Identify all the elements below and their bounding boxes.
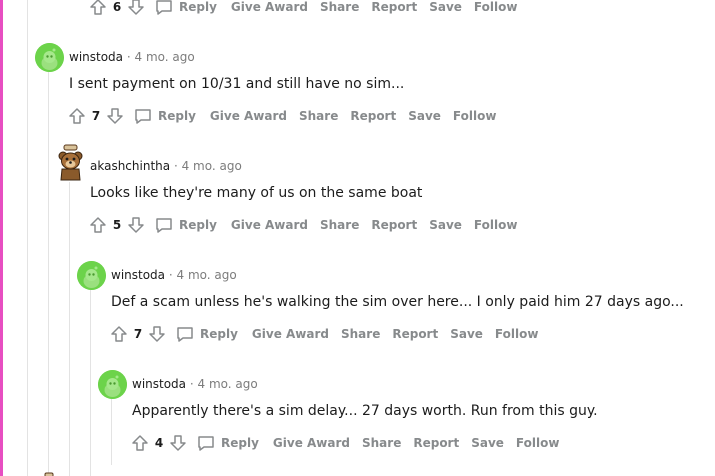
follow-button[interactable]: Follow: [474, 218, 518, 232]
avatar[interactable]: [98, 370, 127, 399]
save-button[interactable]: Save: [429, 218, 462, 232]
follow-button[interactable]: Follow: [516, 436, 560, 450]
give-award-button[interactable]: Give Award: [210, 109, 287, 123]
comment-body: Apparently there's a sim delay... 27 day…: [132, 403, 598, 419]
vote-score: 7: [133, 327, 143, 341]
username-link[interactable]: winstoda: [111, 268, 165, 282]
reply-button[interactable]: Reply: [158, 109, 196, 123]
reply-icon[interactable]: [175, 324, 195, 344]
report-button[interactable]: Report: [371, 218, 417, 232]
reply-button[interactable]: Reply: [200, 327, 238, 341]
downvote-icon[interactable]: [105, 106, 125, 126]
vote-score: 7: [91, 109, 101, 123]
vote-score: 6: [112, 0, 122, 14]
upvote-icon[interactable]: [67, 106, 87, 126]
upvote-icon[interactable]: [109, 324, 129, 344]
reply-button[interactable]: Reply: [221, 436, 259, 450]
comment-meta: winstoda · 4 mo. ago: [69, 50, 195, 64]
meta-separator: ·: [189, 377, 194, 391]
avatar[interactable]: [56, 143, 85, 181]
avatar[interactable]: [77, 261, 106, 290]
share-button[interactable]: Share: [362, 436, 401, 450]
follow-button[interactable]: Follow: [474, 0, 518, 14]
comment-timestamp[interactable]: 4 mo. ago: [177, 268, 237, 282]
meta-separator: ·: [168, 268, 173, 282]
give-award-button[interactable]: Give Award: [231, 218, 308, 232]
give-award-button[interactable]: Give Award: [252, 327, 329, 341]
thread-line[interactable]: [90, 290, 91, 476]
follow-button[interactable]: Follow: [495, 327, 539, 341]
comment-meta: winstoda · 4 mo. ago: [132, 377, 258, 391]
save-button[interactable]: Save: [450, 327, 483, 341]
thread-line[interactable]: [69, 182, 70, 476]
thread-line[interactable]: [27, 0, 28, 476]
username-link[interactable]: winstoda: [132, 377, 186, 391]
vote-score: 5: [112, 218, 122, 232]
thread-line[interactable]: [48, 72, 49, 476]
downvote-icon[interactable]: [126, 0, 146, 17]
comment-body: I sent payment on 10/31 and still have n…: [69, 76, 405, 92]
comment-action-bar: 7 Reply Give Award Share Report Save Fol…: [67, 105, 502, 127]
vote-score: 4: [154, 436, 164, 450]
comment-action-bar: 5 Reply Give Award Share Report Save Fol…: [88, 214, 523, 236]
share-button[interactable]: Share: [299, 109, 338, 123]
report-button[interactable]: Report: [413, 436, 459, 450]
save-button[interactable]: Save: [471, 436, 504, 450]
comment-body: Looks like they're many of us on the sam…: [90, 185, 423, 201]
share-button[interactable]: Share: [320, 0, 359, 14]
thread-accent-bar: [0, 0, 3, 476]
reply-icon[interactable]: [154, 215, 174, 235]
comment-action-bar: 6 Reply Give Award Share Report Save Fol…: [88, 0, 523, 18]
downvote-icon[interactable]: [126, 215, 146, 235]
comment-action-bar: 4 Reply Give Award Share Report Save Fol…: [130, 432, 565, 454]
comment-timestamp[interactable]: 4 mo. ago: [198, 377, 258, 391]
comment-body: Def a scam unless he's walking the sim o…: [111, 294, 684, 310]
username-link[interactable]: akashchintha: [90, 159, 170, 173]
upvote-icon[interactable]: [88, 215, 108, 235]
comment-timestamp[interactable]: 4 mo. ago: [135, 50, 195, 64]
follow-button[interactable]: Follow: [453, 109, 497, 123]
downvote-icon[interactable]: [168, 433, 188, 453]
report-button[interactable]: Report: [371, 0, 417, 14]
username-link[interactable]: winstoda: [69, 50, 123, 64]
give-award-button[interactable]: Give Award: [231, 0, 308, 14]
reply-icon[interactable]: [196, 433, 216, 453]
report-button[interactable]: Report: [392, 327, 438, 341]
downvote-icon[interactable]: [147, 324, 167, 344]
comment-meta: akashchintha · 4 mo. ago: [90, 159, 242, 173]
save-button[interactable]: Save: [429, 0, 462, 14]
reply-button[interactable]: Reply: [179, 218, 217, 232]
comment-meta: winstoda · 4 mo. ago: [111, 268, 237, 282]
share-button[interactable]: Share: [320, 218, 359, 232]
report-button[interactable]: Report: [350, 109, 396, 123]
comment-action-bar: 7 Reply Give Award Share Report Save Fol…: [109, 323, 544, 345]
give-award-button[interactable]: Give Award: [273, 436, 350, 450]
reply-icon[interactable]: [154, 0, 174, 17]
avatar[interactable]: [40, 468, 58, 476]
comment-timestamp[interactable]: 4 mo. ago: [182, 159, 242, 173]
meta-separator: ·: [126, 50, 131, 64]
share-button[interactable]: Share: [341, 327, 380, 341]
upvote-icon[interactable]: [130, 433, 150, 453]
avatar[interactable]: [35, 43, 64, 72]
upvote-icon[interactable]: [88, 0, 108, 17]
save-button[interactable]: Save: [408, 109, 441, 123]
meta-separator: ·: [173, 159, 178, 173]
thread-line[interactable]: [111, 399, 112, 465]
reply-button[interactable]: Reply: [179, 0, 217, 14]
reply-icon[interactable]: [133, 106, 153, 126]
